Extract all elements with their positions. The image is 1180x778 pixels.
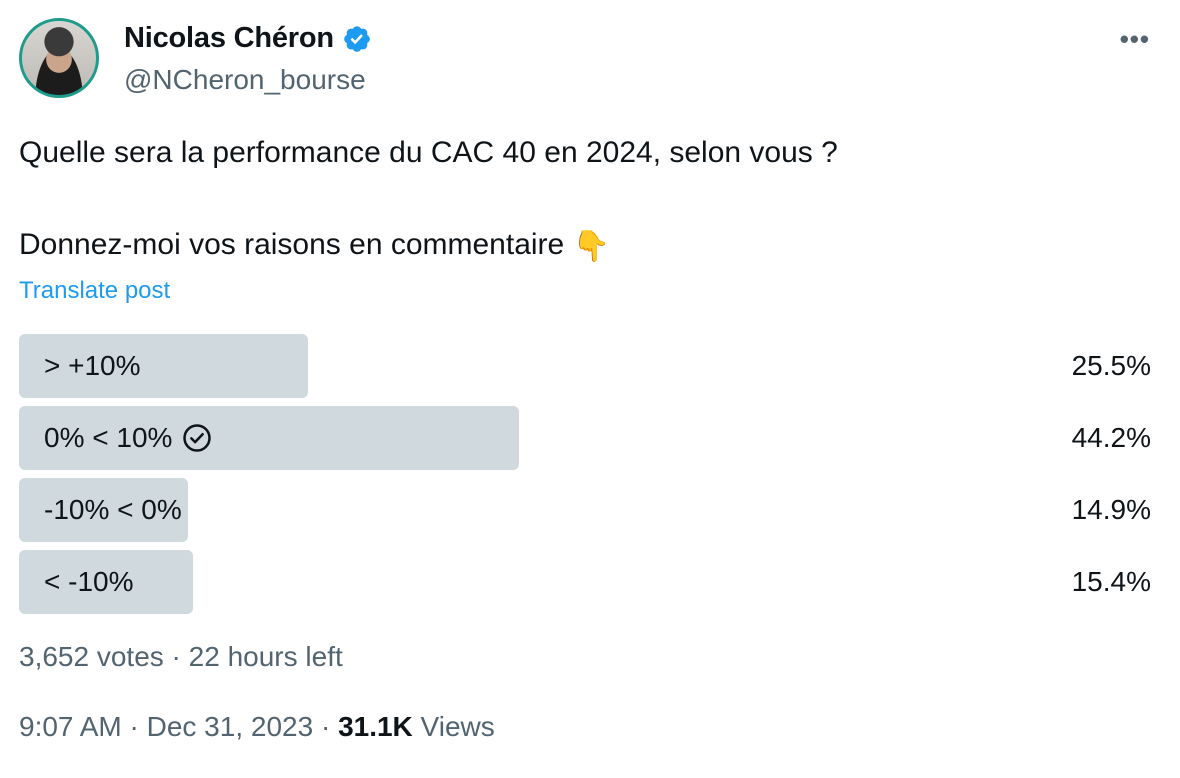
translate-post-link[interactable]: Translate post [19, 277, 170, 305]
tweet-text-line1: Quelle sera la performance du CAC 40 en … [19, 136, 838, 169]
poll-option: -10% < 0% 14.9% [19, 478, 1151, 542]
more-options-icon[interactable]: ••• [1120, 24, 1150, 55]
poll-option-label-row: 0% < 10% [44, 406, 212, 470]
views-count: 31.1K [338, 711, 413, 742]
poll-option-percent: 25.5% [1071, 350, 1151, 381]
poll-option-label: 0% < 10% [44, 422, 173, 453]
tweet-footer: 9:07 AM · Dec 31, 2023 · 31.1K Views [19, 711, 495, 743]
check-circle-icon [183, 424, 212, 452]
poll-option-percent: 44.2% [1071, 422, 1151, 453]
poll-option: > +10% 25.5% [19, 334, 1151, 398]
avatar[interactable] [19, 18, 99, 98]
poll-option-label: -10% < 0% [44, 494, 182, 525]
author-display-name[interactable]: Nicolas Chéron [124, 22, 334, 55]
tweet-header: Nicolas Chéron @NCheron_bourse ••• [19, 18, 1150, 100]
author-name-row: Nicolas Chéron [124, 22, 372, 55]
author-handle[interactable]: @NCheron_bourse [124, 64, 366, 96]
pointing-down-emoji-icon: 👇 [572, 230, 610, 263]
poll-option: 0% < 10% 44.2% [19, 406, 1151, 470]
timestamp-link[interactable]: 9:07 AM · Dec 31, 2023 · [19, 711, 338, 742]
poll-option-label-row: > +10% [44, 334, 141, 398]
poll: > +10% 25.5% 0% < 10% 44.2% -10% < 0% 14… [19, 334, 1151, 622]
tweet-text-line2-row: Donnez-moi vos raisons en commentaire 👇 [19, 222, 838, 270]
views-label: Views [412, 711, 495, 742]
poll-option-label-row: < -10% [44, 550, 134, 614]
poll-option-label: < -10% [44, 566, 134, 597]
tweet-text: Quelle sera la performance du CAC 40 en … [19, 130, 838, 270]
tweet-text-line2: Donnez-moi vos raisons en commentaire [19, 228, 565, 261]
poll-option-percent: 14.9% [1071, 494, 1151, 525]
poll-summary: 3,652 votes · 22 hours left [19, 641, 343, 672]
poll-option-label-row: -10% < 0% [44, 478, 182, 542]
poll-option-label: > +10% [44, 350, 141, 381]
poll-option-percent: 15.4% [1071, 566, 1151, 597]
poll-option: < -10% 15.4% [19, 550, 1151, 614]
verified-badge-icon[interactable] [342, 24, 372, 54]
